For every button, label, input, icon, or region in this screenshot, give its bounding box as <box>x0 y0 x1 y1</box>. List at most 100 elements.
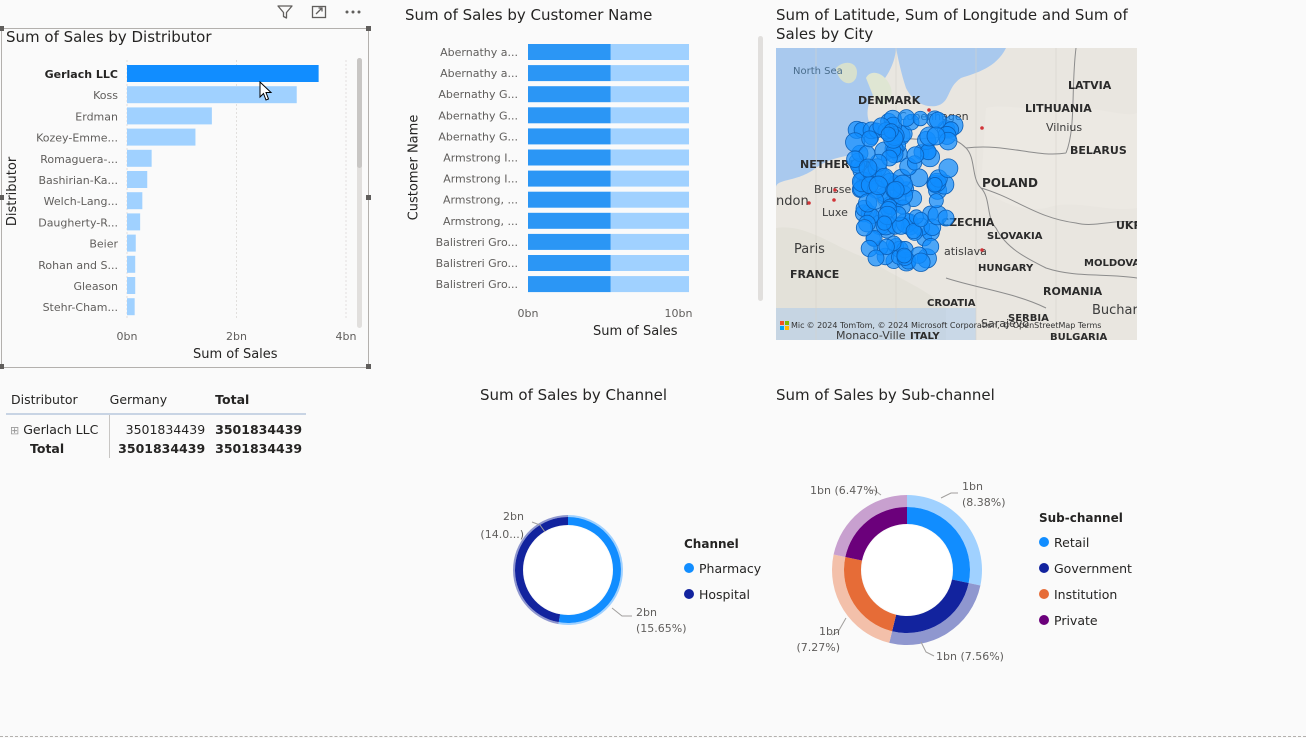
map-bubble[interactable] <box>927 177 943 193</box>
matrix-visual[interactable]: Distributor Germany Total ⊞ Gerlach LLC 3… <box>6 390 307 458</box>
bar[interactable] <box>127 255 136 273</box>
customer-chart-visual[interactable]: Sum of Sales by Customer Name Customer N… <box>400 0 770 370</box>
map-visual[interactable]: Sum of Latitude, Sum of Longitude and Su… <box>776 0 1138 342</box>
matrix-cell-germany[interactable]: 3501834439 <box>110 414 215 438</box>
map-bubble[interactable] <box>938 158 959 179</box>
map-bubble[interactable] <box>896 247 913 264</box>
bar-segment[interactable] <box>528 170 611 187</box>
map-bubble[interactable] <box>868 175 889 196</box>
map-bubble[interactable] <box>858 158 878 178</box>
bar[interactable] <box>127 192 143 210</box>
map-bubble[interactable] <box>867 249 885 267</box>
bar[interactable] <box>127 234 136 252</box>
bar-segment[interactable] <box>610 149 690 166</box>
subchannel-chart-visual[interactable]: Sum of Sales by Sub-channel 1bn (8.38%) 1b… <box>776 380 1176 680</box>
bar-segment[interactable] <box>610 212 690 229</box>
map-bubble[interactable] <box>861 130 879 148</box>
bar-segment[interactable] <box>610 44 690 60</box>
bar-segment[interactable] <box>610 255 690 271</box>
legend-item-pharmacy[interactable]: Pharmacy <box>684 555 761 581</box>
donut-hole[interactable] <box>862 525 952 615</box>
channel-donut-chart[interactable]: 2bn (14.0...) 2bn (15.65%) <box>460 380 760 680</box>
mouse-cursor-icon <box>259 81 273 101</box>
matrix-cell-total[interactable]: 3501834439 <box>215 414 306 438</box>
bar-segment[interactable] <box>610 233 690 250</box>
category-label: Armstrong, ... <box>443 215 518 228</box>
bar-segment[interactable] <box>610 128 690 145</box>
legend-item-institution[interactable]: Institution <box>1039 581 1132 607</box>
bar-segment[interactable] <box>610 276 690 293</box>
map-bubble[interactable] <box>911 252 931 272</box>
scrollbar-thumb[interactable] <box>357 58 362 168</box>
table-row[interactable]: ⊞ Gerlach LLC 3501834439 3501834439 <box>6 414 306 438</box>
bar[interactable] <box>127 171 148 188</box>
city-dot[interactable] <box>833 188 837 192</box>
expand-icon[interactable]: ⊞ <box>10 424 19 437</box>
bar-segment[interactable] <box>528 128 611 145</box>
map-bubble[interactable] <box>912 110 929 127</box>
category-label: Abernathy G... <box>438 88 518 101</box>
distributor-scrollbar[interactable] <box>357 58 362 328</box>
bar-segment[interactable] <box>528 233 611 250</box>
bar[interactable] <box>127 128 196 146</box>
bar[interactable] <box>127 107 212 125</box>
customer-scrollbar[interactable] <box>758 36 763 301</box>
city-dot[interactable] <box>980 126 984 130</box>
bar-segment[interactable] <box>610 170 690 187</box>
subchannel-legend[interactable]: Sub-channel Retail Government Institutio… <box>1039 511 1132 633</box>
bar-segment[interactable] <box>610 107 690 124</box>
map-canvas[interactable]: North Sea LATVIA DENMARK Copenhagen LITH… <box>776 48 1137 340</box>
bar-segment[interactable] <box>528 191 611 208</box>
map-bubble-layer[interactable] <box>776 48 1137 340</box>
channel-chart-visual[interactable]: Sum of Sales by Channel 2bn (14.0...) 2bn(… <box>460 380 761 680</box>
channel-legend[interactable]: Channel Pharmacy Hospital <box>684 537 761 607</box>
city-dot[interactable] <box>807 201 811 205</box>
bar[interactable] <box>127 213 141 231</box>
map-bubble[interactable] <box>897 109 916 127</box>
donut-hole[interactable] <box>524 526 612 614</box>
bar-segment[interactable] <box>528 86 611 103</box>
map-bubble[interactable] <box>929 111 947 130</box>
bar-segment[interactable] <box>610 191 690 208</box>
city-dot[interactable] <box>927 108 931 112</box>
subchannel-donut-chart[interactable]: 1bn (8.38%) 1bn (6.47%) 1bn (7.27%) 1bn (7.56… <box>776 380 1036 680</box>
bar-segment[interactable] <box>528 276 611 293</box>
map-attribution-text[interactable]: © 2024 TomTom, © 2024 Microsoft Corporat… <box>807 321 1102 330</box>
map-bubble[interactable] <box>926 126 946 146</box>
bar-segment[interactable] <box>610 86 690 103</box>
legend-item-hospital[interactable]: Hospital <box>684 581 761 607</box>
distributor-chart-visual[interactable]: Sum of Sales by Distributor Distributor … <box>0 0 372 372</box>
bar-segment[interactable] <box>528 255 611 271</box>
matrix-header-germany[interactable]: Germany <box>110 390 215 414</box>
map-bubble[interactable] <box>876 215 892 231</box>
matrix-header-distributor[interactable]: Distributor <box>6 390 110 414</box>
bar-segment[interactable] <box>610 65 690 82</box>
bar[interactable] <box>127 298 135 316</box>
legend-item-retail[interactable]: Retail <box>1039 529 1132 555</box>
map-bubble[interactable] <box>855 219 874 237</box>
map-bubble[interactable] <box>913 211 929 228</box>
bar[interactable] <box>127 149 152 167</box>
legend-item-private[interactable]: Private <box>1039 607 1132 633</box>
map-bubble[interactable] <box>906 146 925 164</box>
bar-segment[interactable] <box>528 149 611 166</box>
legend-item-government[interactable]: Government <box>1039 555 1132 581</box>
bar-segment[interactable] <box>528 107 611 124</box>
map-bubble[interactable] <box>937 209 955 227</box>
city-dot[interactable] <box>980 248 984 252</box>
map-bubble[interactable] <box>886 181 905 200</box>
bar-segment[interactable] <box>528 212 611 229</box>
city-dot[interactable] <box>832 198 836 202</box>
bar-segment[interactable] <box>528 44 611 60</box>
customer-bar-chart[interactable]: 0bn 10bn Abernathy a... Abernathy a... Abern… <box>400 0 770 370</box>
map-bubble[interactable] <box>928 193 944 209</box>
data-label: 1bn <box>819 625 840 638</box>
bar-segment[interactable] <box>528 65 611 82</box>
bar[interactable] <box>127 277 136 294</box>
legend-dot <box>1039 563 1049 573</box>
distributor-bar-chart[interactable]: 0bn 2bn 4bn Gerlach LLC Koss Erdman Kozey-Emme… <box>0 0 372 372</box>
category-label: Abernathy G... <box>438 130 518 143</box>
matrix-header-total[interactable]: Total <box>215 390 306 414</box>
bar[interactable] <box>127 65 319 82</box>
map-bubble[interactable] <box>880 126 897 143</box>
